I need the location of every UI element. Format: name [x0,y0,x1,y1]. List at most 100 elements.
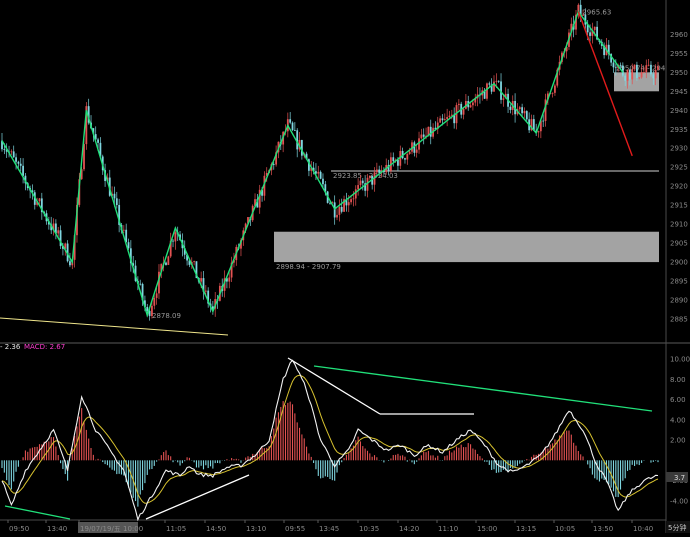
candle-body [486,83,488,99]
price-tick-label: 2920 [670,183,688,191]
candle-body [472,102,474,106]
candle-body [593,26,596,30]
chart-canvas[interactable]: 2898.94 - 2907.792950.74 - 294 2923.85 -… [0,0,690,533]
candle-body [420,134,423,139]
candle-body [448,115,451,118]
price-zone [274,231,659,263]
candle-body [338,206,341,215]
candle-body [146,306,149,311]
price-annotation: 2878.09 [152,312,181,320]
timeframe-corner[interactable]: 5分钟 [666,521,690,533]
macd-tick-label: 8.00 [670,376,686,384]
macd-axis: 10.008.006.004.002.00-2.00-4.00 [670,356,690,506]
candle-body [612,62,615,68]
candle-body [392,157,395,162]
time-axis: 09:50 13:40 19/07/19/五 10:00 11:05 14:50 13:1… [7,520,653,533]
candle-body [638,77,641,79]
candle-body [361,180,364,184]
candle-body [654,69,657,79]
candle-body [643,72,645,73]
time-tick-label: 15:00 [477,525,497,533]
candle-body [640,72,643,78]
candle-body [537,131,540,133]
timeframe-label: 5分钟 [668,523,686,532]
candle-body [204,290,207,292]
candle-body [404,158,406,160]
candle-body [293,130,296,131]
candle-body [441,118,444,121]
candle-body [10,151,13,153]
candle-body [495,80,498,82]
candle-body [174,232,177,242]
candle-body [462,108,465,115]
candle-body [542,120,545,122]
candle-body [397,159,399,166]
candle-body [167,256,170,265]
candle-body [113,193,116,199]
candle-body [469,105,472,108]
price-zone-label: 2898.94 - 2907.79 [276,263,341,271]
price-tick-label: 2960 [670,31,688,39]
candle-body [300,140,303,156]
candle-body [439,118,442,123]
price-tick-label: 2905 [670,240,688,248]
macd-tick-label: 4.00 [670,416,686,424]
candle-body [340,206,343,212]
macd-tick-label: 2.00 [670,437,686,445]
time-tick-label: 10:35 [359,525,379,533]
candle-body [518,107,521,110]
candle-body [589,32,591,36]
macd-value-tag: 3.7 [666,472,688,482]
candle-body [115,198,118,205]
macd-tick-label: -4.00 [670,497,688,505]
candle-body [336,214,338,218]
chart-window: 2898.94 - 2907.79 2950.74 - 294 2923.85 -… [0,0,690,533]
candle-body [359,180,362,186]
candle-body [551,92,554,94]
candle-body [319,171,322,179]
candle-body [624,75,627,81]
price-annotation: 2965.63 [582,9,611,17]
candle-body [3,149,6,150]
macd-tick-label: 10.00 [670,356,690,364]
candle-body [521,107,524,114]
candle-body [15,157,17,162]
candle-body [291,122,294,131]
candle-body [422,134,425,137]
macd-tick-label: 6.00 [670,396,686,404]
candle-body [415,149,418,153]
price-tick-label: 2925 [670,164,688,172]
candle-body [509,106,512,110]
candle-body [354,189,357,199]
price-tick-label: 2910 [670,221,688,229]
price-tick-label: 2915 [670,202,688,210]
candle-body [554,85,556,93]
time-tick-label: 14:20 [399,525,419,533]
candle-body [153,297,156,306]
candle-body [193,261,196,263]
candle-body [408,151,411,154]
time-tick-label: 19/07/19/五 10:00 [80,525,143,533]
time-tick-label: 13:50 [593,525,613,533]
price-axis: 2960 2955 2950 2945 2940 2935 2930 2925 2920 2915… [670,31,688,324]
macd-header-label-b: MACD: 2.67 [24,343,65,351]
candle-body [57,230,60,234]
candle-body [488,83,491,85]
price-tick-label: 2900 [670,259,688,267]
time-tick-label: 11:05 [166,525,186,533]
candle-body [375,169,378,173]
candle-body [502,98,505,100]
candle-body [19,163,22,166]
candle-body [17,161,20,164]
candle-body [139,283,142,285]
candle-body [525,111,528,120]
candle-body [628,69,631,80]
time-tick-label: 11:10 [438,525,458,533]
candle-body [631,69,634,80]
candle-body [647,64,650,66]
time-tick-label: 09:50 [9,525,29,533]
candle-body [165,262,167,265]
candle-body [38,198,41,202]
time-tick-label: 13:45 [319,525,339,533]
candle-body [497,80,500,82]
